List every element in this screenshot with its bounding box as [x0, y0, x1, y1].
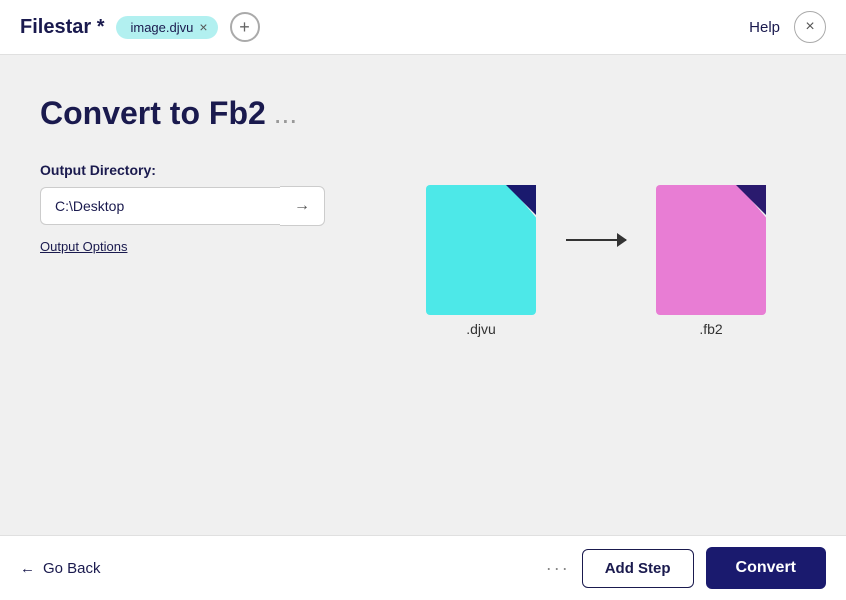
header-right: Help × — [749, 11, 826, 43]
header: Filestar * image.djvu × + Help × — [0, 0, 846, 55]
footer: ← Go Back ··· Add Step Convert — [0, 535, 846, 600]
conversion-visual: .djvu .fb2 — [426, 185, 766, 315]
convert-button[interactable]: Convert — [706, 547, 826, 589]
app-title: Filestar * — [20, 16, 104, 39]
arrow-right-icon: → — [294, 197, 310, 215]
source-file-label: .djvu — [466, 321, 496, 337]
source-file-shape — [426, 185, 536, 315]
close-button[interactable]: × — [794, 11, 826, 43]
file-tag-close-icon[interactable]: × — [199, 20, 207, 34]
page-title: Convert to Fb2 ... — [40, 95, 806, 132]
source-file-icon: .djvu — [426, 185, 536, 315]
main-content: Convert to Fb2 ... Output Directory: → O… — [0, 55, 846, 535]
plus-icon: + — [239, 17, 250, 38]
output-options-link[interactable]: Output Options — [40, 239, 127, 254]
file-tag-label: image.djvu — [130, 20, 193, 35]
file-tag: image.djvu × — [116, 16, 217, 39]
footer-right: ··· Add Step Convert — [546, 547, 826, 589]
output-dir-browse-button[interactable]: → — [280, 186, 325, 226]
djvu-file-body — [426, 185, 536, 315]
page-title-text: Convert to Fb2 — [40, 95, 266, 132]
output-dir-label: Output Directory: — [40, 162, 806, 178]
fb2-file-body — [656, 185, 766, 315]
target-file-label: .fb2 — [699, 321, 722, 337]
back-arrow-icon: ← — [20, 560, 35, 577]
more-options-button[interactable]: ··· — [546, 558, 570, 579]
add-step-button[interactable]: Add Step — [582, 549, 694, 588]
arrow-line-icon — [566, 239, 626, 241]
target-file-shape — [656, 185, 766, 315]
conversion-arrow — [566, 239, 626, 261]
help-link[interactable]: Help — [749, 19, 780, 36]
target-file-icon: .fb2 — [656, 185, 766, 315]
go-back-button[interactable]: ← Go Back — [20, 560, 101, 577]
go-back-label: Go Back — [43, 560, 101, 577]
page-title-dots: ... — [274, 98, 297, 130]
output-dir-input[interactable] — [40, 187, 280, 225]
add-file-button[interactable]: + — [230, 12, 260, 42]
header-left: Filestar * image.djvu × + — [20, 12, 260, 42]
close-icon: × — [805, 18, 814, 36]
